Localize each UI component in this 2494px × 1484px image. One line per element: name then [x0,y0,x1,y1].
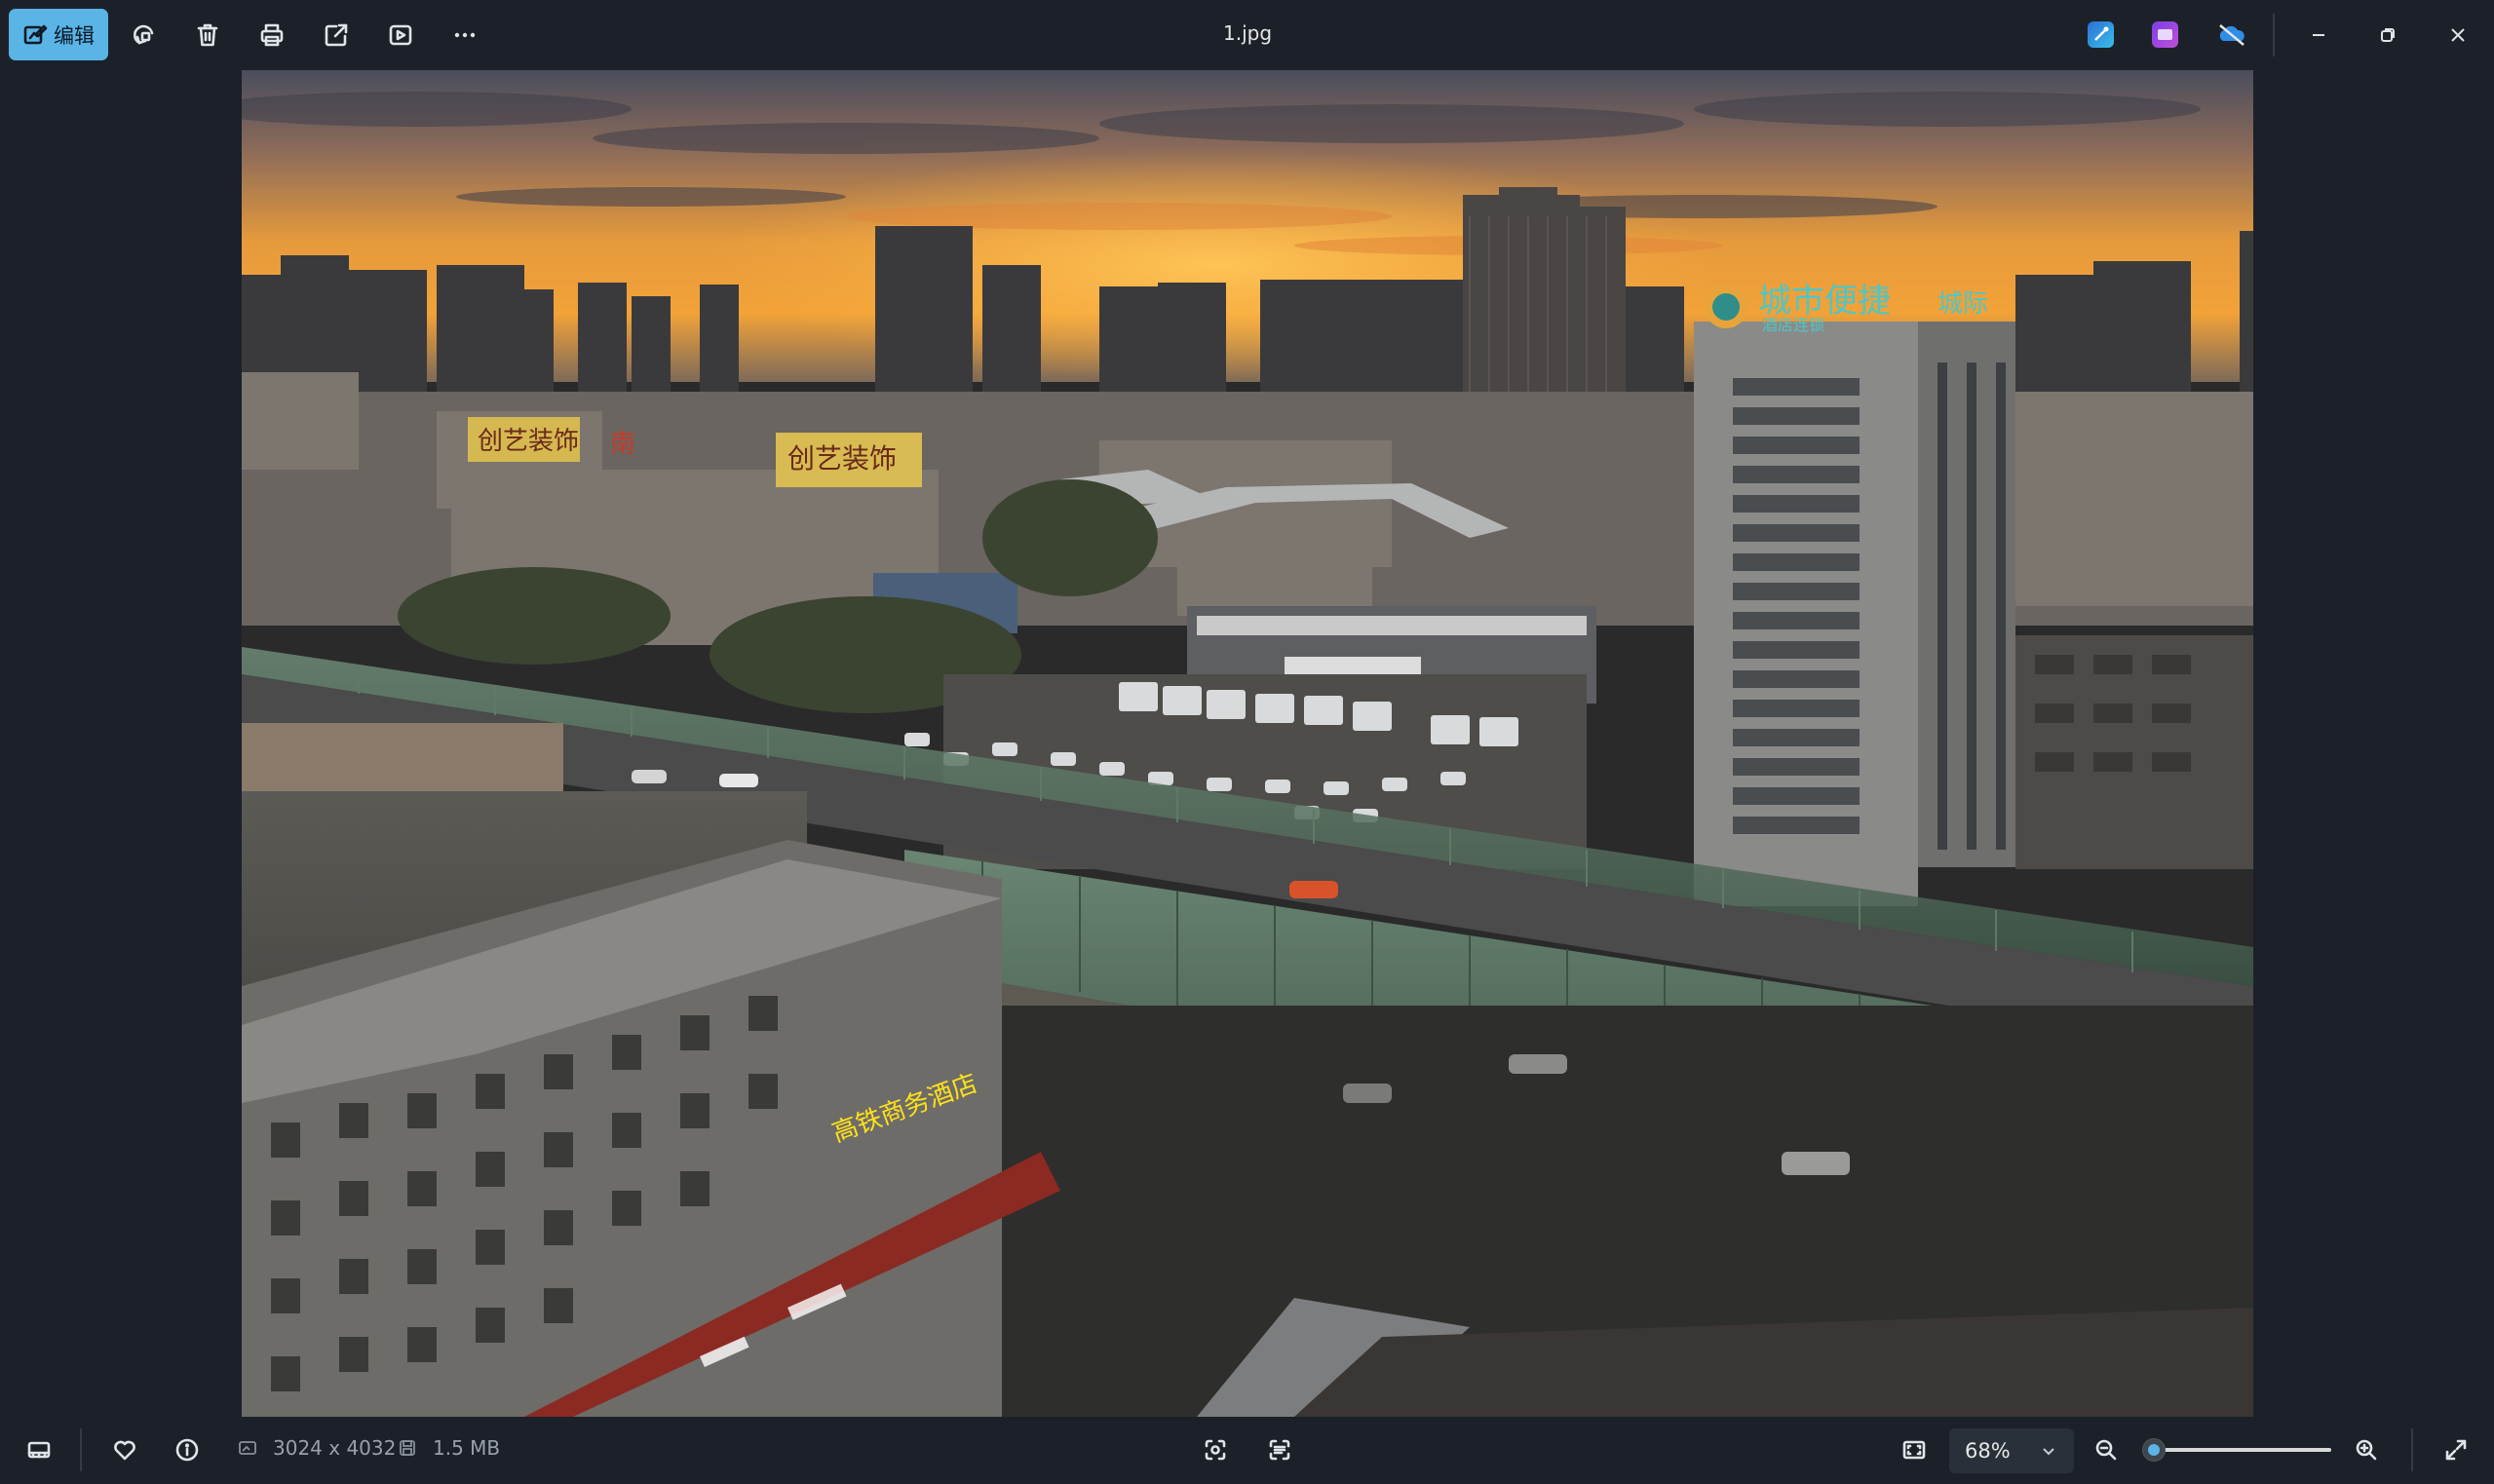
clipchamp-icon[interactable] [2088,21,2114,48]
restore-button[interactable] [2366,14,2409,57]
svg-text:南: 南 [610,430,635,459]
svg-text:城市便捷: 城市便捷 [1758,282,1891,321]
svg-text:创艺装饰: 创艺装饰 [478,427,579,456]
share-button[interactable] [315,14,358,57]
svg-text:创艺装饰: 创艺装饰 [787,442,897,475]
minimize-button[interactable] [2297,14,2340,57]
more-icon [451,21,479,49]
zoom-in-icon [2354,1437,2379,1463]
minimize-icon [2309,25,2328,45]
zoom-out-icon [2093,1437,2119,1463]
full-screen-button[interactable] [2435,1428,2477,1471]
titlebar-divider [2273,14,2275,57]
print-button[interactable] [250,14,293,57]
fit-screen-icon [1901,1437,1927,1463]
edit-label: 编辑 [54,23,95,48]
share-icon [323,21,350,49]
heart-icon [112,1437,137,1463]
file-size: 1.5 MB [433,1436,501,1460]
slideshow-icon [387,21,414,49]
photo-canvas[interactable]: 创艺装饰 创艺装饰 南 城市便捷 酒店连锁 城际 高铁商务酒店 [242,70,2253,1417]
restore-icon [2378,25,2398,45]
zoom-dropdown[interactable]: 68% [1949,1428,2074,1473]
zoom-value: 68% [1965,1439,2011,1463]
zoom-slider[interactable] [2142,1438,2331,1462]
file-size-icon [398,1438,417,1458]
close-icon [2448,25,2468,45]
delete-button[interactable] [186,14,229,57]
full-screen-icon [2443,1437,2469,1463]
status-divider-right [2411,1428,2413,1471]
favorite-button[interactable] [103,1428,146,1471]
info-button[interactable] [166,1428,209,1471]
edit-button[interactable]: 编辑 [9,9,108,60]
status-bar: 3024 x 4032 1.5 MB 68% [0,1417,2494,1484]
zoom-in-button[interactable] [2345,1428,2388,1471]
designer-icon[interactable] [2152,21,2178,48]
zoom-slider-thumb[interactable] [2142,1438,2166,1462]
visual-search-button[interactable] [1194,1428,1237,1471]
dimensions-icon [238,1438,257,1458]
filmstrip-icon [26,1437,52,1463]
rotate-button[interactable] [123,14,166,57]
status-divider [80,1428,82,1471]
fit-to-window-button[interactable] [1893,1428,1936,1471]
svg-text:城际: 城际 [1938,289,1988,319]
extract-text-button[interactable] [1258,1428,1301,1471]
zoom-out-button[interactable] [2085,1428,2128,1471]
edit-icon [22,22,48,48]
chevron-down-icon [2041,1443,2056,1459]
delete-icon [194,21,221,49]
text-scan-icon [1267,1437,1292,1463]
more-button[interactable] [443,14,486,57]
window-title: 1.jpg [1222,21,1273,45]
print-icon [258,21,286,49]
info-icon [174,1437,200,1463]
slideshow-button[interactable] [379,14,422,57]
onedrive-icon[interactable] [2216,21,2247,48]
close-button[interactable] [2436,14,2479,57]
visual-search-icon [1203,1437,1228,1463]
image-dimensions: 3024 x 4032 [273,1436,397,1460]
title-bar: 编辑 1.jpg [0,0,2494,70]
rotate-icon [131,21,158,49]
svg-text:酒店连锁: 酒店连锁 [1762,316,1824,334]
filmstrip-button[interactable] [18,1428,60,1471]
